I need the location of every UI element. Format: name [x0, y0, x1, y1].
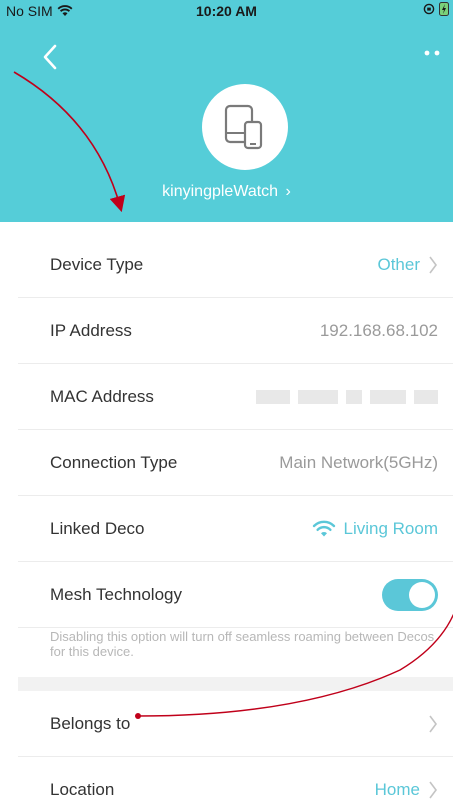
device-avatar: [202, 84, 288, 170]
ip-address-row: IP Address 192.168.68.102: [18, 298, 453, 364]
mac-address-label: MAC Address: [50, 386, 154, 406]
mac-address-redacted: [256, 389, 438, 404]
device-name: kinyingpleWatch: [162, 183, 279, 200]
connection-type-row: Connection Type Main Network(5GHz): [18, 430, 453, 496]
more-button[interactable]: [423, 46, 447, 60]
wifi-icon: [312, 520, 335, 536]
linked-deco-row[interactable]: Linked Deco Living Room: [18, 496, 453, 562]
header: No SIM 10:20 AM kinyingpleWatch ›: [0, 0, 453, 222]
mac-address-row: MAC Address: [18, 364, 453, 430]
chevron-right-icon: [429, 715, 437, 732]
orientation-lock-icon: [423, 3, 435, 15]
belongs-to-row[interactable]: Belongs to: [18, 691, 453, 757]
mesh-technology-toggle[interactable]: [382, 578, 438, 611]
chevron-left-icon: [43, 44, 57, 70]
chevron-right-icon: ›: [285, 183, 291, 200]
battery-icon: [439, 2, 449, 16]
mesh-note: Disabling this option will turn off seam…: [50, 629, 435, 659]
linked-deco-value: Living Room: [343, 518, 439, 538]
location-label: Location: [50, 780, 115, 799]
belongs-to-label: Belongs to: [50, 713, 131, 733]
device-type-row[interactable]: Device Type Other: [18, 232, 453, 298]
device-name-button[interactable]: kinyingpleWatch ›: [0, 183, 453, 201]
chevron-right-icon: [429, 781, 437, 799]
location-row[interactable]: Location Home: [18, 757, 453, 807]
chevron-right-icon: [429, 256, 437, 273]
section-divider: [18, 677, 453, 691]
ip-address-value: 192.168.68.102: [319, 320, 438, 340]
device-type-label: Device Type: [50, 254, 144, 274]
status-bar: No SIM 10:20 AM: [0, 0, 453, 20]
ip-address-label: IP Address: [50, 320, 132, 340]
connection-type-value: Main Network(5GHz): [279, 452, 438, 472]
mesh-technology-row: Mesh Technology: [18, 562, 453, 628]
devices-icon: [224, 104, 263, 150]
back-button[interactable]: [38, 42, 62, 72]
location-value: Home: [374, 780, 420, 799]
mesh-technology-label: Mesh Technology: [50, 584, 182, 604]
connection-type-label: Connection Type: [50, 452, 178, 472]
toggle-knob: [409, 581, 435, 608]
device-type-value: Other: [377, 254, 420, 274]
status-time: 10:20 AM: [196, 3, 257, 19]
linked-deco-label: Linked Deco: [50, 518, 145, 538]
more-dots-icon: [424, 50, 440, 56]
